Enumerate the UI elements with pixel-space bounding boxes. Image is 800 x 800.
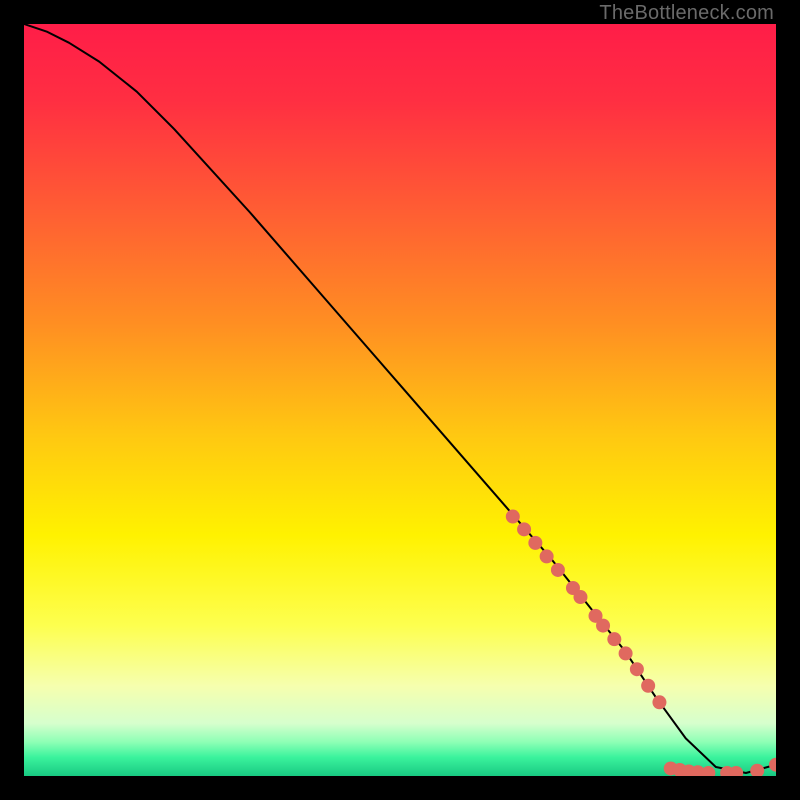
chart-frame (24, 24, 776, 776)
marker-cluster (517, 522, 531, 536)
attribution-label: TheBottleneck.com (599, 2, 774, 25)
marker-cluster (540, 549, 554, 563)
marker-cluster (641, 679, 655, 693)
marker-cluster (630, 662, 644, 676)
chart-svg (24, 24, 776, 776)
marker-cluster (607, 632, 621, 646)
chart-background (24, 24, 776, 776)
marker-cluster (652, 695, 666, 709)
marker-cluster (551, 563, 565, 577)
marker-cluster (596, 619, 610, 633)
marker-cluster (573, 590, 587, 604)
marker-cluster (619, 646, 633, 660)
marker-cluster (506, 510, 520, 524)
marker-cluster (528, 536, 542, 550)
